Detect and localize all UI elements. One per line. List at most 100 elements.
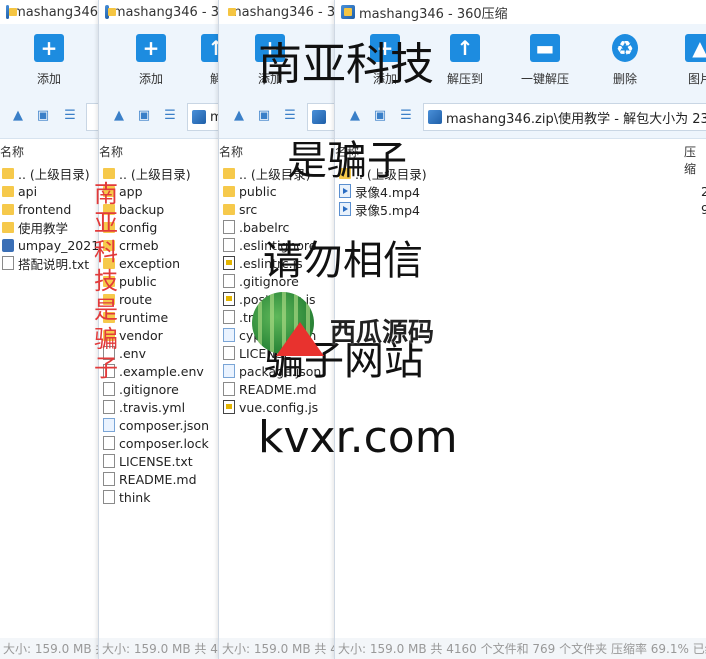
column-name-header[interactable]: 名称 — [0, 143, 24, 160]
file-icon — [223, 238, 235, 252]
view-thumbnail-icon[interactable]: ▣ — [372, 108, 388, 124]
file-list-row[interactable]: api — [2, 182, 98, 200]
image-button-label: 图片 — [687, 72, 706, 86]
file-list-row[interactable]: .. (上级目录) — [2, 164, 98, 182]
status-bar: 大小: 159.0 MB 共 4 — [99, 638, 219, 659]
folder-icon — [2, 203, 14, 215]
app-logo-icon — [6, 5, 18, 19]
file-icon — [223, 220, 235, 234]
file-list-row[interactable]: composer.json — [103, 416, 219, 434]
path-bar[interactable]: m — [187, 103, 219, 131]
file-icon — [223, 310, 235, 324]
file-name: config — [119, 219, 158, 235]
file-name: runtime — [119, 309, 169, 325]
path-bar[interactable] — [307, 103, 335, 131]
app-logo-icon — [341, 5, 355, 19]
file-list-row[interactable]: think — [103, 488, 219, 506]
file-icon — [223, 274, 235, 288]
view-list-icon[interactable]: ☰ — [282, 108, 298, 124]
file-name: .gitignore — [119, 381, 179, 397]
add-button[interactable]: + 添加 — [118, 34, 184, 87]
view-thumbnail-icon[interactable]: ▣ — [35, 108, 51, 124]
file-list-row[interactable]: composer.lock — [103, 434, 219, 452]
nav-bar: ▲ ▣ ☰ — [0, 94, 98, 139]
video-icon — [339, 202, 351, 216]
one-click-extract-label: 一键解压 — [520, 72, 569, 86]
delete-button[interactable]: ♻ 删除 — [592, 34, 658, 87]
window-title: mashang346 - 360压缩 — [359, 6, 508, 22]
up-arrow-icon[interactable]: ▲ — [111, 108, 127, 124]
file-name: .. (上级目录) — [18, 166, 90, 182]
file-name: 使用教学 — [18, 220, 69, 236]
add-button[interactable]: + 添加 — [16, 34, 82, 87]
overlay-text-line-2: 是骗子 — [287, 138, 407, 184]
file-name: README.md — [119, 471, 197, 487]
script-icon — [223, 256, 235, 270]
file-compressed-size: 9 — [701, 202, 706, 217]
file-list-header: 名称 — [99, 140, 219, 160]
ribbon-toolbar: + 添加 ↑ 解 — [99, 24, 219, 95]
file-icon — [223, 346, 235, 360]
one-click-extract-icon: ▬ — [530, 34, 560, 62]
extract-button[interactable]: ↑ 解 — [183, 34, 219, 87]
file-list-row[interactable]: 使用教学 — [2, 218, 98, 236]
view-list-icon[interactable]: ☰ — [398, 108, 414, 124]
view-list-icon[interactable]: ☰ — [62, 108, 78, 124]
up-arrow-icon[interactable]: ▲ — [231, 108, 247, 124]
file-icon — [2, 256, 14, 270]
file-name: api — [18, 183, 38, 199]
file-name: composer.json — [119, 417, 210, 433]
file-list-row[interactable]: src — [223, 200, 335, 218]
file-name: src — [239, 201, 258, 217]
file-list-row[interactable]: README.md — [103, 470, 219, 488]
one-click-extract-button[interactable]: ▬ 一键解压 — [512, 34, 578, 87]
title-bar: mashang346 - 360压缩 — [335, 0, 706, 24]
json-icon — [223, 364, 235, 378]
script-icon — [223, 292, 235, 306]
file-list-row[interactable]: 录像5.mp4 9 — [339, 200, 706, 218]
file-list-row[interactable]: .travis.yml — [103, 398, 219, 416]
file-name: 搭配说明.txt — [18, 256, 90, 272]
file-icon — [103, 400, 115, 414]
folder-icon — [103, 167, 115, 179]
file-name: think — [119, 489, 151, 505]
file-list-row[interactable]: 搭配说明.txt — [2, 254, 98, 272]
image-icon: ▲ — [685, 34, 706, 62]
file-list-row[interactable]: frontend — [2, 200, 98, 218]
file-list: .. (上级目录)api frontend 使用教学umpay_20210 搭配说明.… — [2, 164, 98, 272]
ribbon-toolbar: + 添加 — [0, 24, 98, 95]
up-arrow-icon[interactable]: ▲ — [347, 108, 363, 124]
path-bar[interactable] — [86, 103, 98, 131]
script-icon — [223, 400, 235, 414]
view-thumbnail-icon[interactable]: ▣ — [136, 108, 152, 124]
up-arrow-icon[interactable]: ▲ — [10, 108, 26, 124]
status-bar: 大小: 159.0 MB 共 4160 个文件和 769 个文件夹 压缩率 69… — [335, 638, 706, 659]
image-button[interactable]: ▲ 图片 — [667, 34, 706, 87]
column-name-header[interactable]: 名称 — [99, 143, 123, 160]
view-thumbnail-icon[interactable]: ▣ — [256, 108, 272, 124]
video-icon — [339, 184, 351, 198]
file-name: .env — [119, 345, 146, 361]
file-name: backup — [119, 201, 165, 217]
archive-window-1: mashang346 + 添加 ▲ ▣ ☰ 名称 .. (上级目录) api fro… — [0, 0, 98, 659]
folder-icon — [2, 221, 14, 233]
extract-to-button[interactable]: ↑ 解压到 — [432, 34, 498, 87]
archive-icon — [312, 110, 326, 124]
folder-icon — [2, 167, 14, 179]
file-icon — [103, 454, 115, 468]
column-name-header[interactable]: 名称 — [219, 143, 243, 160]
path-bar[interactable]: mashang346.zip\使用教学 - 解包大小为 230.0 — [423, 103, 706, 131]
overlay-text-line-3: 请勿相信 — [263, 238, 423, 284]
folder-icon — [223, 185, 235, 197]
file-name: route — [119, 291, 153, 307]
delete-button-label: 删除 — [612, 72, 637, 86]
file-name: crmeb — [119, 237, 159, 253]
archive-icon — [192, 110, 206, 124]
file-list-row[interactable]: umpay_20210 — [2, 236, 98, 254]
overlay-text-line-5: kvxr.com — [258, 412, 458, 463]
path-text: mashang346.zip\使用教学 - 解包大小为 230.0 — [446, 111, 706, 127]
watermark-text: 西瓜源码 — [330, 318, 435, 348]
file-list-row[interactable]: LICENSE.txt — [103, 452, 219, 470]
view-list-icon[interactable]: ☰ — [162, 108, 178, 124]
add-icon: + — [34, 34, 64, 62]
